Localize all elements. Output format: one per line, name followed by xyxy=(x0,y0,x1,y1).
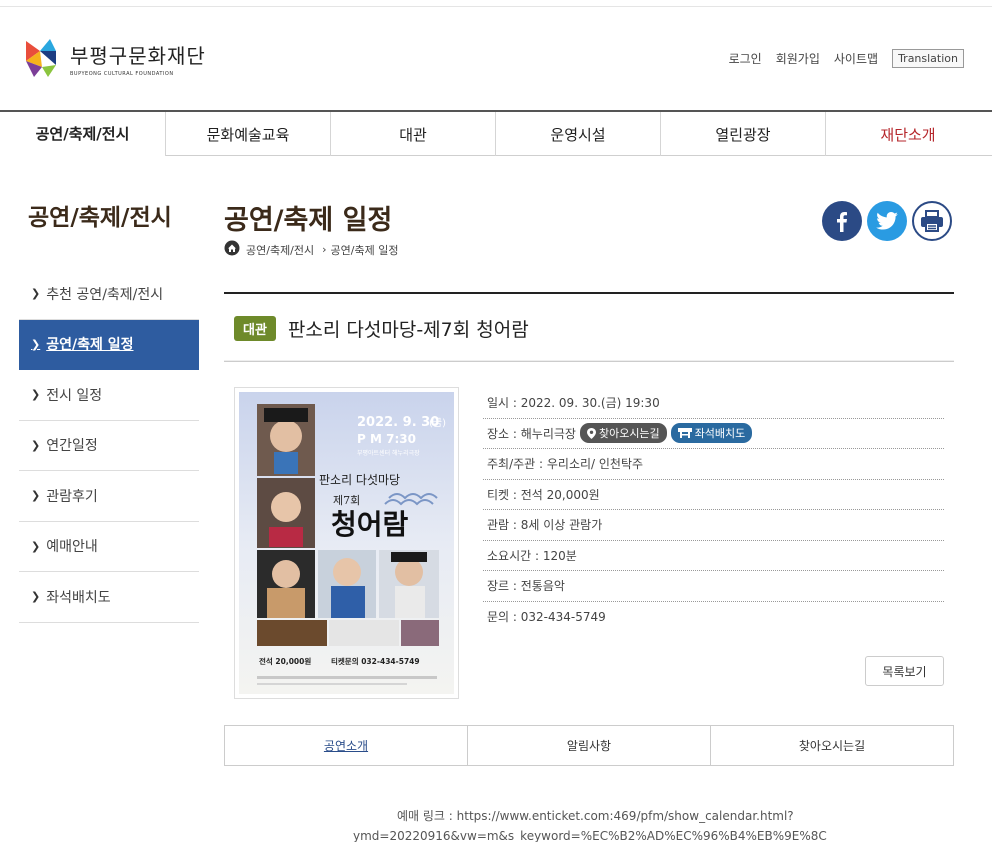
twitter-icon xyxy=(876,212,898,230)
print-button[interactable] xyxy=(912,201,952,241)
page-title: 공연/축제 일정 xyxy=(224,205,393,236)
map-pin-icon xyxy=(586,427,596,439)
signup-link[interactable]: 회원가입 xyxy=(776,50,820,67)
info-host-text: 주최/주관 : 우리소리/ 인천탁주 xyxy=(487,457,644,472)
info-host: 주최/주관 : 우리소리/ 인천탁주 xyxy=(483,449,944,480)
sidebar-item-recommended[interactable]: ❯ 추천 공연/축제/전시 xyxy=(19,269,199,320)
sidebar-item-booking-guide[interactable]: ❯ 예매안내 xyxy=(19,522,199,572)
sidebar-item-label: 추천 공연/축제/전시 xyxy=(46,286,164,303)
sidebar-item-label: 공연/축제 일정 xyxy=(46,337,134,354)
chevron-right-icon: ❯ xyxy=(31,489,41,503)
chevron-right-icon: ❯ xyxy=(31,590,41,604)
sidebar-title: 공연/축제/전시 xyxy=(28,205,172,231)
poster-series: 판소리 다섯마당 xyxy=(319,473,400,487)
info-duration: 소요시간 : 120분 xyxy=(483,541,944,571)
info-genre: 장르 : 전통음악 xyxy=(483,571,944,602)
sidebar-item-label: 관람후기 xyxy=(46,488,98,505)
sidebar-item-label: 연간일정 xyxy=(46,438,98,455)
info-age-text: 관람 : 8세 이상 관람가 xyxy=(487,518,603,533)
gnb-rental[interactable]: 대관 xyxy=(330,112,495,156)
poster-main-title: 청어람 xyxy=(331,508,409,541)
breadcrumb-item[interactable]: 공연/축제/전시 xyxy=(246,242,314,258)
sitemap-link[interactable]: 사이트맵 xyxy=(834,50,878,67)
info-date-text: 일시 : 2022. 09. 30.(금) 19:30 xyxy=(487,396,660,411)
sidebar-item-seatmap[interactable]: ❯ 좌석배치도 xyxy=(19,572,199,623)
poster-day: (금) xyxy=(429,417,446,429)
info-date: 일시 : 2022. 09. 30.(금) 19:30 xyxy=(483,388,944,419)
sidebar-menu: ❯ 추천 공연/축제/전시 ❯ 공연/축제 일정 ❯ 전시 일정 ❯ 연간일정 ❯ 관람후… xyxy=(19,269,199,623)
reservation-link-line1[interactable]: 예매 링크 : https://www.enticket.com:469/pfm… xyxy=(397,806,794,827)
sidebar-item-label: 좌석배치도 xyxy=(46,589,111,606)
info-duration-text: 소요시간 : 120분 xyxy=(487,548,577,563)
seatmap-label: 좌석배치도 xyxy=(694,427,746,441)
chevron-right-icon: ❯ xyxy=(31,539,41,553)
info-place-text: 장소 : 해누리극장 xyxy=(487,426,576,441)
info-contact: 문의 : 032-434-5749 xyxy=(483,602,944,633)
utility-menu: 로그인 회원가입 사이트맵 Translation xyxy=(715,49,964,68)
event-poster: 2022. 9. 30 (금) P M 7:30 부평아트센터 해누리극장 판소… xyxy=(234,387,459,699)
event-badge: 대관 xyxy=(234,316,276,341)
directions-button[interactable]: 찾아오시는길 xyxy=(579,423,667,444)
facebook-share-button[interactable] xyxy=(822,201,862,241)
poster-price: 전석 20,000원 xyxy=(259,656,311,666)
sidebar-item-label: 전시 일정 xyxy=(46,387,103,404)
share-buttons xyxy=(822,201,957,241)
tab-notice[interactable]: 알림사항 xyxy=(467,726,710,765)
info-ticket: 티켓 : 전석 20,000원 xyxy=(483,480,944,510)
gnb-about[interactable]: 재단소개 xyxy=(825,112,990,156)
poster-venue: 부평아트센터 해누리극장 xyxy=(357,449,420,457)
event-title: 판소리 다섯마당-제7회 청어람 xyxy=(287,319,529,341)
sidebar-item-exhibition[interactable]: ❯ 전시 일정 xyxy=(19,370,199,421)
poster-date: 2022. 9. 30 xyxy=(357,415,439,430)
top-divider xyxy=(0,6,992,7)
facebook-icon xyxy=(837,212,847,232)
login-link[interactable]: 로그인 xyxy=(729,50,762,67)
breadcrumb-item[interactable]: 공연/축제 일정 xyxy=(331,242,399,258)
sidebar-item-annual[interactable]: ❯ 연간일정 xyxy=(19,421,199,471)
info-age: 관람 : 8세 이상 관람가 xyxy=(483,510,944,541)
sidebar-item-schedule[interactable]: ❯ 공연/축제 일정 xyxy=(19,319,199,370)
main-navigation: 공연/축제/전시 문화예술교육 대관 운영시설 열린광장 재단소개 xyxy=(0,110,992,157)
list-button[interactable]: 목록보기 xyxy=(865,656,944,686)
directions-label: 찾아오시는길 xyxy=(598,427,660,441)
home-icon[interactable] xyxy=(224,240,240,259)
seat-icon xyxy=(677,428,692,439)
reservation-link-line2[interactable]: ymd=20220916&vw=m&s_keyword=%EC%B2%AD%EC… xyxy=(353,826,827,842)
event-info: 일시 : 2022. 09. 30.(금) 19:30 장소 : 해누리극장 찾… xyxy=(483,388,944,632)
info-ticket-text: 티켓 : 전석 20,000원 xyxy=(487,487,600,502)
poster-time: P M 7:30 xyxy=(357,432,416,446)
info-contact-text: 문의 : 032-434-5749 xyxy=(487,610,606,625)
chevron-right-icon: ❯ xyxy=(31,337,41,351)
twitter-share-button[interactable] xyxy=(867,201,907,241)
sidebar-item-label: 예매안내 xyxy=(46,539,98,556)
info-place: 장소 : 해누리극장 찾아오시는길 좌석배치도 xyxy=(483,419,944,449)
chevron-right-icon: › xyxy=(322,243,327,256)
logo-title: 부평구문화재단 xyxy=(70,43,206,68)
poster-phone: 티켓문의 032-434-5749 xyxy=(331,656,420,666)
sidebar-item-reviews[interactable]: ❯ 관람후기 xyxy=(19,471,199,522)
tab-introduction[interactable]: 공연소개 xyxy=(225,726,467,765)
poster-edition: 제7회 xyxy=(333,494,360,507)
site-logo[interactable]: 부평구문화재단 BUPYEONG CULTURAL FOUNDATION xyxy=(26,37,206,79)
seatmap-button[interactable]: 좌석배치도 xyxy=(670,423,753,444)
chevron-right-icon: ❯ xyxy=(31,287,41,301)
chevron-right-icon: ❯ xyxy=(31,388,41,402)
tab-directions[interactable]: 찾아오시는길 xyxy=(710,726,953,765)
logo-mark-icon xyxy=(26,37,60,79)
translation-button[interactable]: Translation xyxy=(892,49,964,68)
gnb-education[interactable]: 문화예술교육 xyxy=(165,112,330,156)
chevron-right-icon: ❯ xyxy=(31,438,41,452)
gnb-open-square[interactable]: 열린광장 xyxy=(660,112,825,156)
printer-icon xyxy=(921,210,943,232)
info-genre-text: 장르 : 전통음악 xyxy=(487,579,565,594)
detail-tabs: 공연소개 알림사항 찾아오시는길 xyxy=(224,725,954,766)
breadcrumb: 공연/축제/전시 › 공연/축제 일정 xyxy=(224,240,398,259)
logo-subtitle: BUPYEONG CULTURAL FOUNDATION xyxy=(70,70,174,77)
gnb-facilities[interactable]: 운영시설 xyxy=(495,112,660,156)
event-header: 대관 판소리 다섯마당-제7회 청어람 xyxy=(224,292,954,362)
gnb-performance[interactable]: 공연/축제/전시 xyxy=(0,112,165,157)
